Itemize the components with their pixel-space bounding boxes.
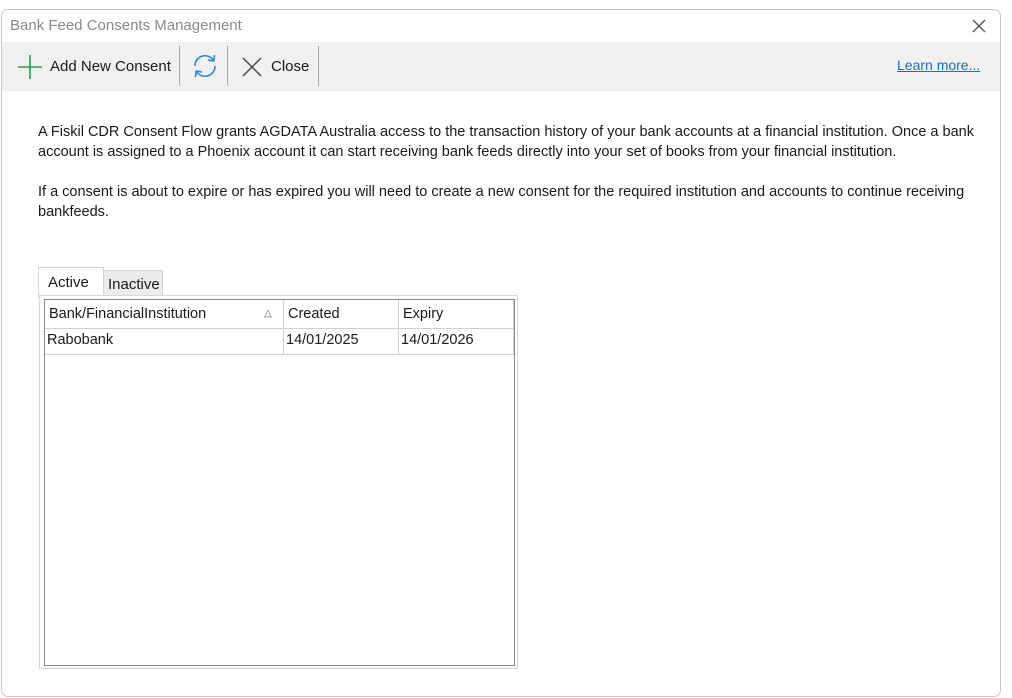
grid-header: Bank/FinancialInstitution △ Created Expi… (45, 300, 514, 329)
toolbar-separator (227, 46, 228, 86)
tab-active[interactable]: Active (38, 267, 104, 298)
description-paragraph: A Fiskil CDR Consent Flow grants AGDATA … (38, 124, 974, 160)
tab-inactive[interactable]: Inactive (103, 270, 163, 298)
cell-created: 14/01/2025 (284, 329, 399, 354)
tab-inactive-label: Inactive (108, 276, 160, 293)
tab-active-label: Active (48, 274, 89, 291)
toolbar-separator (179, 46, 180, 86)
close-label: Close (271, 58, 310, 75)
close-icon (242, 57, 262, 77)
expiry-note-paragraph: If a consent is about to expire or has e… (38, 184, 965, 220)
plus-icon (18, 55, 42, 79)
cell-expiry: 14/01/2026 (399, 329, 514, 354)
toolbar-separator (318, 46, 319, 86)
add-new-consent-button[interactable]: Add New Consent (8, 42, 174, 91)
refresh-button[interactable] (184, 42, 224, 91)
column-header-expiry[interactable]: Expiry (399, 300, 514, 328)
table-row[interactable]: Rabobank 14/01/2025 14/01/2026 (45, 329, 514, 355)
consents-grid[interactable]: Bank/FinancialInstitution △ Created Expi… (44, 299, 515, 666)
consents-window: Bank Feed Consents Management Add New Co… (1, 9, 1001, 697)
window-title: Bank Feed Consents Management (10, 17, 242, 34)
column-header-created[interactable]: Created (284, 300, 399, 328)
close-button[interactable]: Close (232, 42, 314, 91)
title-bar: Bank Feed Consents Management (2, 10, 1000, 42)
column-header-bank[interactable]: Bank/FinancialInstitution △ (45, 300, 284, 328)
window-close-icon[interactable] (968, 15, 990, 37)
learn-more-link[interactable]: Learn more... (897, 57, 980, 73)
grid-frame: Bank/FinancialInstitution △ Created Expi… (39, 295, 518, 669)
sort-ascending-icon: △ (264, 308, 272, 319)
add-new-consent-label: Add New Consent (50, 58, 171, 75)
cell-bank: Rabobank (45, 329, 284, 354)
refresh-icon (194, 54, 216, 78)
toolbar: Add New Consent Close Learn more... (2, 42, 1000, 91)
